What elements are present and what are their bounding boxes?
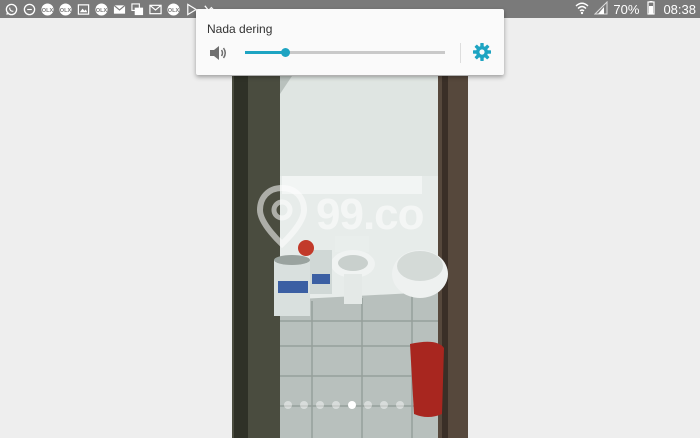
volume-panel: Nada dering xyxy=(196,9,504,75)
page-dot[interactable] xyxy=(396,401,404,409)
notification-icons: OLX OLX OLX OLX xyxy=(4,2,216,16)
svg-text:OLX: OLX xyxy=(167,7,179,13)
svg-text:OLX: OLX xyxy=(41,7,53,13)
image-icon xyxy=(76,2,90,16)
watermark-text: 99.co xyxy=(316,190,425,239)
volume-slider[interactable] xyxy=(245,48,445,57)
signal-icon xyxy=(594,0,608,18)
sale-icon: OLX xyxy=(166,2,180,16)
speaker-icon[interactable] xyxy=(208,43,228,63)
location-pin-icon xyxy=(256,184,308,248)
sale-icon: OLX xyxy=(94,2,108,16)
page-dot[interactable] xyxy=(380,401,388,409)
page-dot[interactable] xyxy=(316,401,324,409)
svg-text:OLX: OLX xyxy=(95,7,107,13)
sale-icon: OLX xyxy=(58,2,72,16)
message-icon xyxy=(22,2,36,16)
mail-icon xyxy=(112,2,126,16)
volume-slider-thumb[interactable] xyxy=(281,48,290,57)
page-dot[interactable] xyxy=(332,401,340,409)
svg-text:OLX: OLX xyxy=(59,7,71,13)
volume-title: Nada dering xyxy=(207,22,273,36)
sale-icon: OLX xyxy=(40,2,54,16)
page-indicator xyxy=(284,401,404,409)
bathroom-image xyxy=(232,76,468,438)
page-dot[interactable] xyxy=(348,401,356,409)
watermark-logo: 99.co xyxy=(254,184,444,248)
divider xyxy=(460,43,461,63)
page-dot[interactable] xyxy=(284,401,292,409)
wifi-icon xyxy=(575,1,589,18)
settings-gear-icon[interactable] xyxy=(472,42,492,62)
whatsapp-icon xyxy=(4,2,18,16)
battery-icon xyxy=(644,0,658,18)
listing-photo[interactable]: 99.co xyxy=(232,76,468,438)
volume-slider-fill xyxy=(245,51,285,54)
gallery-icon xyxy=(130,2,144,16)
clock: 08:38 xyxy=(663,1,696,17)
email-icon xyxy=(148,2,162,16)
page-dot[interactable] xyxy=(364,401,372,409)
page-dot[interactable] xyxy=(300,401,308,409)
battery-percent: 70% xyxy=(613,1,640,17)
